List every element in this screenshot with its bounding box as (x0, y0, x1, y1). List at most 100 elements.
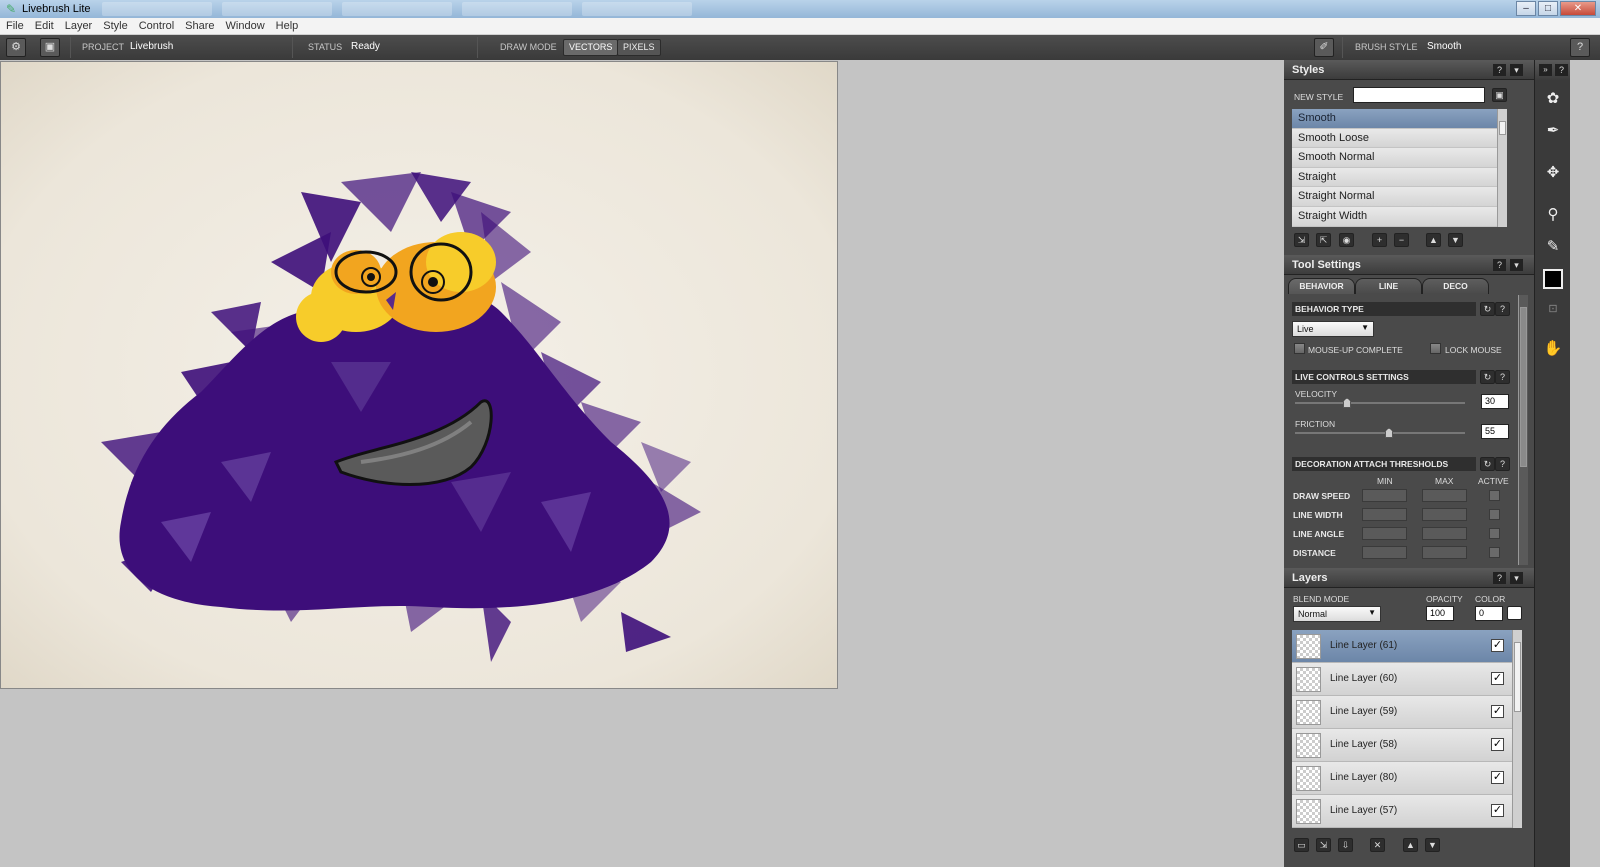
new-layer-button[interactable]: ▭ (1294, 838, 1309, 852)
layers-help-button[interactable]: ? (1493, 572, 1506, 584)
color-input[interactable]: 0 (1475, 606, 1503, 621)
style-item[interactable]: Straight (1292, 167, 1497, 188)
layer-visibility-checkbox[interactable]: ✓ (1491, 672, 1504, 685)
tool-settings-collapse-button[interactable]: ▾ (1510, 259, 1523, 271)
behavior-help-button[interactable]: ? (1495, 302, 1510, 316)
menu-share[interactable]: Share (185, 20, 214, 32)
line-width-active-checkbox[interactable] (1489, 509, 1500, 520)
layer-row[interactable]: Line Layer (80) ✓ (1292, 762, 1512, 795)
layer-row[interactable]: Line Layer (57) ✓ (1292, 795, 1512, 828)
line-angle-max-field[interactable] (1422, 527, 1467, 540)
close-button[interactable]: ✕ (1560, 1, 1596, 16)
line-width-max-field[interactable] (1422, 508, 1467, 521)
layer-visibility-checkbox[interactable]: ✓ (1491, 705, 1504, 718)
velocity-input[interactable]: 30 (1481, 394, 1509, 409)
distance-active-checkbox[interactable] (1489, 547, 1500, 558)
style-item[interactable]: Smooth (1292, 109, 1497, 129)
tab-deco[interactable]: DECO (1422, 278, 1489, 294)
line-width-min-field[interactable] (1362, 508, 1407, 521)
toolstrip-help-button[interactable]: ? (1555, 64, 1568, 76)
style-item[interactable]: Straight Normal (1292, 187, 1497, 207)
line-angle-min-field[interactable] (1362, 527, 1407, 540)
menu-window[interactable]: Window (226, 20, 265, 32)
move-style-up-button[interactable]: ▲ (1426, 233, 1441, 247)
layers-list[interactable]: Line Layer (61) ✓ Line Layer (60) ✓ Line… (1292, 630, 1512, 828)
help-button[interactable]: ? (1570, 38, 1590, 57)
pixels-mode-button[interactable]: PIXELS (617, 39, 661, 56)
line-angle-active-checkbox[interactable] (1489, 528, 1500, 539)
style-item[interactable]: Smooth Loose (1292, 128, 1497, 149)
velocity-slider-thumb[interactable] (1343, 398, 1351, 408)
project-name[interactable]: Livebrush (130, 41, 173, 52)
draw-speed-min-field[interactable] (1362, 489, 1407, 502)
distance-min-field[interactable] (1362, 546, 1407, 559)
move-layer-up-button[interactable]: ▲ (1403, 838, 1418, 852)
drawing-canvas[interactable] (0, 61, 838, 689)
style-item[interactable]: Smooth Normal (1292, 148, 1497, 168)
tool-settings-help-button[interactable]: ? (1493, 259, 1506, 271)
layers-panel-header[interactable]: Layers ? ▾ (1284, 568, 1534, 588)
draw-speed-max-field[interactable] (1422, 489, 1467, 502)
styles-list[interactable]: Smooth Smooth Loose Smooth Normal Straig… (1292, 109, 1497, 227)
mouse-up-complete-checkbox[interactable] (1294, 343, 1305, 354)
draw-speed-active-checkbox[interactable] (1489, 490, 1500, 501)
brush-preview-button[interactable]: ✐ (1314, 38, 1334, 57)
export-style-button[interactable]: ⇱ (1316, 233, 1331, 247)
layer-visibility-checkbox[interactable]: ✓ (1491, 738, 1504, 751)
layer-visibility-checkbox[interactable]: ✓ (1491, 804, 1504, 817)
styles-scrollbar[interactable] (1497, 109, 1507, 227)
layer-color-swatch[interactable] (1507, 606, 1522, 620)
menu-style[interactable]: Style (103, 20, 127, 32)
styles-collapse-button[interactable]: ▾ (1510, 64, 1523, 76)
move-style-down-button[interactable]: ▼ (1448, 233, 1463, 247)
styles-help-button[interactable]: ? (1493, 64, 1506, 76)
save-style-button[interactable]: ▣ (1492, 88, 1507, 102)
tab-behavior[interactable]: BEHAVIOR (1288, 278, 1355, 294)
taskbar-tab[interactable] (342, 2, 452, 16)
velocity-slider[interactable] (1295, 402, 1465, 404)
blend-mode-dropdown[interactable]: Normal ▼ (1293, 606, 1381, 622)
thresholds-reset-button[interactable]: ↻ (1480, 457, 1495, 471)
minimize-button[interactable]: – (1516, 1, 1536, 16)
behavior-reset-button[interactable]: ↻ (1480, 302, 1495, 316)
friction-slider[interactable] (1295, 432, 1465, 434)
friction-input[interactable]: 55 (1481, 424, 1509, 439)
import-layer-button[interactable]: ⇲ (1316, 838, 1331, 852)
add-style-button[interactable]: + (1372, 233, 1387, 247)
import-style-button[interactable]: ⇲ (1294, 233, 1309, 247)
tool-settings-header[interactable]: Tool Settings ? ▾ (1284, 255, 1534, 275)
styles-scroll-thumb[interactable] (1499, 121, 1506, 135)
settings-button[interactable]: ⚙ (6, 38, 26, 57)
thresholds-help-button[interactable]: ? (1495, 457, 1510, 471)
opacity-input[interactable]: 100 (1426, 606, 1454, 621)
transform-tool-icon[interactable]: ✥ (1540, 160, 1566, 186)
move-layer-down-button[interactable]: ▼ (1425, 838, 1440, 852)
remove-style-button[interactable]: − (1394, 233, 1409, 247)
taskbar-tab[interactable] (582, 2, 692, 16)
layer-visibility-checkbox[interactable]: ✓ (1491, 771, 1504, 784)
new-style-input[interactable] (1353, 87, 1485, 103)
merge-layer-button[interactable]: ⇩ (1338, 838, 1353, 852)
tool-settings-scroll-thumb[interactable] (1520, 307, 1527, 467)
taskbar-tab[interactable] (102, 2, 212, 16)
layer-visibility-checkbox[interactable]: ✓ (1491, 639, 1504, 652)
color-swatch[interactable] (1543, 269, 1563, 289)
menu-file[interactable]: File (6, 20, 24, 32)
menu-control[interactable]: Control (139, 20, 174, 32)
taskbar-tab[interactable] (222, 2, 332, 16)
lock-mouse-checkbox[interactable] (1430, 343, 1441, 354)
menu-layer[interactable]: Layer (65, 20, 93, 32)
canvas-area[interactable] (0, 60, 1284, 867)
friction-slider-thumb[interactable] (1385, 428, 1393, 438)
distance-max-field[interactable] (1422, 546, 1467, 559)
tool-settings-scrollbar[interactable] (1518, 295, 1528, 565)
live-controls-reset-button[interactable]: ↻ (1480, 370, 1495, 384)
styles-panel-header[interactable]: Styles ? ▾ (1284, 60, 1534, 80)
delete-layer-button[interactable]: ✕ (1370, 838, 1385, 852)
fill-tool-icon[interactable]: ⚲ (1540, 202, 1566, 228)
menu-help[interactable]: Help (276, 20, 299, 32)
layers-collapse-button[interactable]: ▾ (1510, 572, 1523, 584)
tab-line[interactable]: LINE (1355, 278, 1422, 294)
lock-icon[interactable]: ⊡ (1540, 296, 1566, 322)
vectors-mode-button[interactable]: VECTORS (563, 39, 619, 56)
